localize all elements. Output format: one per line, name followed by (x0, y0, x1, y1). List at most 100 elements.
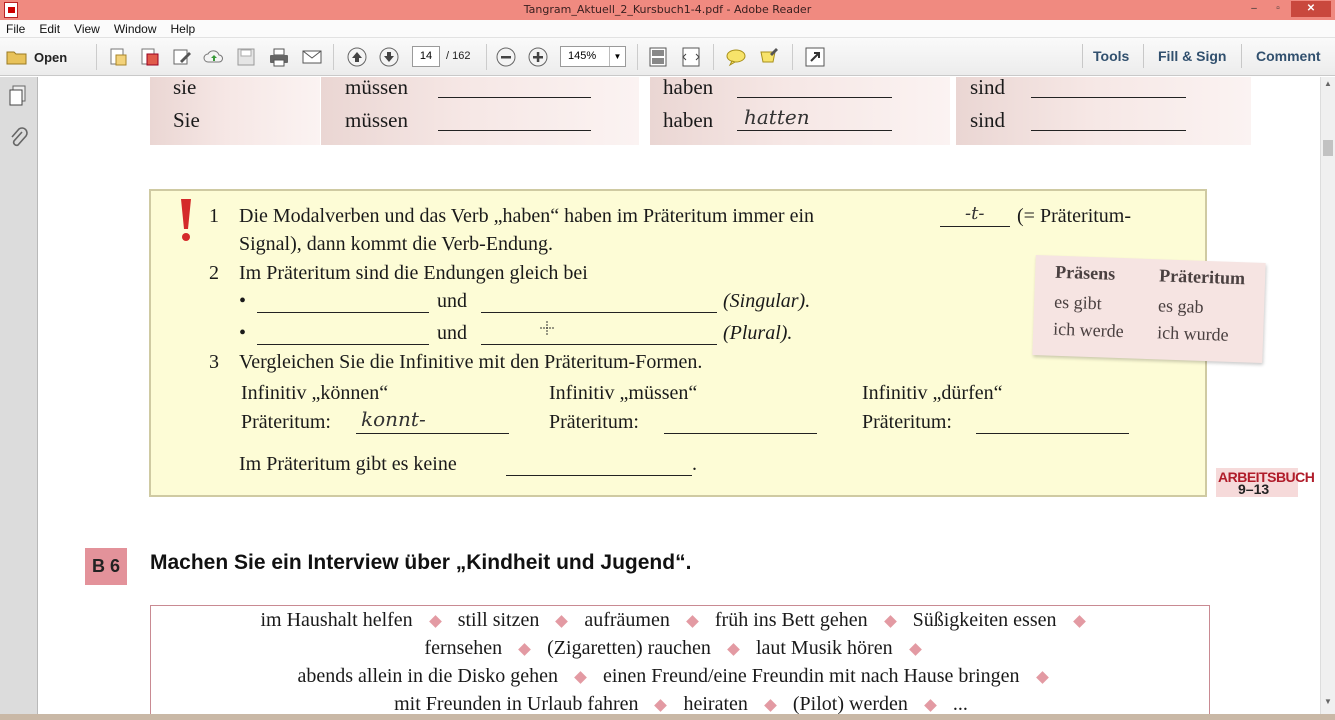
rule-text: Im Präteritum sind die Endungen gleich b… (239, 262, 588, 284)
edit-pdf-icon[interactable] (171, 46, 193, 68)
rule-text: Signal), dann kommt die Verb-Endung. (239, 233, 554, 255)
answer-line (257, 312, 429, 313)
diamond-icon (1072, 615, 1086, 628)
singular-label: (Singular). (723, 290, 811, 312)
zoom-out-icon[interactable] (495, 46, 517, 68)
handwritten-answer: -t- (965, 203, 985, 224)
verb-sind: sind (970, 108, 1006, 132)
minimize-button[interactable]: – (1243, 1, 1265, 17)
create-pdf-icon[interactable] (107, 46, 129, 68)
pdf-page: sie Sie müssen müssen haben haben hatten… (38, 77, 1320, 720)
diamond-icon (727, 643, 740, 656)
answer-line (438, 130, 591, 131)
vertical-scrollbar[interactable]: ▲ ▼ (1320, 77, 1335, 720)
print-icon[interactable] (268, 46, 290, 68)
chevron-down-icon[interactable]: ▼ (609, 47, 625, 66)
word-item: mit Freunden in Urlaub fahren (394, 693, 639, 715)
email-icon[interactable] (301, 46, 323, 68)
infinitiv-muessen: Infinitiv „müssen“ (549, 382, 698, 404)
toolbar-separator (792, 44, 793, 70)
window-controls: – ▫ ✕ (1243, 0, 1331, 20)
rule-text: Vergleichen Sie die Infinitive mit den P… (239, 351, 703, 373)
diamond-icon (518, 643, 532, 656)
diamond-icon (764, 699, 777, 712)
answer-line (257, 344, 429, 345)
zoom-select[interactable]: 145% ▼ (560, 46, 626, 67)
infinitiv-koennen: Infinitiv „können“ (241, 382, 389, 404)
answer-line (1031, 130, 1186, 131)
save-icon[interactable] (235, 46, 257, 68)
pronoun-Sie: Sie (173, 108, 200, 132)
word-item: heiraten (683, 693, 748, 715)
verb-muessen: müssen (345, 77, 408, 99)
word-item: aufräumen (584, 609, 670, 631)
restore-button[interactable]: ▫ (1267, 1, 1289, 17)
menu-window[interactable]: Window (114, 20, 157, 37)
und-label: und (437, 322, 467, 344)
card-cell: ich wurde (1156, 322, 1229, 345)
answer-line (1031, 97, 1186, 98)
toolbar-separator (1241, 44, 1242, 68)
fit-width-icon[interactable] (680, 46, 702, 68)
attachments-icon[interactable] (9, 127, 29, 149)
toolbar-separator (96, 44, 97, 70)
word-item: einen Freund/eine Freundin mit nach Haus… (602, 665, 1020, 687)
diamond-icon (924, 699, 937, 712)
diamond-icon (1035, 671, 1049, 684)
upload-cloud-icon[interactable] (203, 46, 225, 68)
scrollbar-thumb[interactable] (1323, 140, 1333, 156)
open-button[interactable]: Open (6, 46, 67, 68)
next-page-icon[interactable] (378, 46, 400, 68)
document-viewer[interactable]: sie Sie müssen müssen haben haben hatten… (38, 77, 1320, 720)
zoom-in-icon[interactable] (527, 46, 549, 68)
answer-line (976, 433, 1129, 434)
toolbar-separator (713, 44, 714, 70)
rule-text: Die Modalverben und das Verb „haben“ hab… (239, 205, 815, 227)
diamond-icon (574, 671, 587, 684)
answer-line (940, 226, 1010, 227)
word-row: abends allein in die Disko gehen einen Fr… (151, 665, 1211, 688)
verb-haben: haben (663, 108, 714, 132)
answer-line (506, 475, 692, 476)
answer-line (664, 433, 817, 434)
handwritten-answer: konnt- (361, 407, 426, 431)
section-badge: B 6 (85, 548, 127, 585)
menu-edit[interactable]: Edit (39, 20, 60, 37)
word-row: im Haushalt helfen still sitzen aufräumen f… (151, 609, 1211, 632)
highlight-icon[interactable] (758, 46, 780, 68)
word-item: abends allein in die Disko gehen (297, 665, 558, 687)
section-title: Machen Sie ein Interview über „Kindheit … (150, 551, 692, 574)
fit-page-icon[interactable] (647, 46, 669, 68)
scroll-down-icon[interactable]: ▼ (1324, 697, 1332, 706)
menu-help[interactable]: Help (171, 20, 196, 37)
taskbar (0, 714, 1335, 720)
word-row: mit Freunden in Urlaub fahren heiraten (Pi… (151, 693, 1211, 716)
period: . (692, 453, 697, 475)
rule-number: 3 (209, 351, 219, 373)
page-number-input[interactable]: 14 (412, 46, 440, 67)
fill-sign-link[interactable]: Fill & Sign (1158, 48, 1226, 64)
word-item: Süßigkeiten essen (912, 609, 1057, 631)
menu-file[interactable]: File (6, 20, 25, 37)
combine-pdf-icon[interactable] (139, 46, 161, 68)
menu-bar: File Edit View Window Help (0, 20, 1335, 38)
comment-link[interactable]: Comment (1256, 48, 1321, 64)
infinitiv-duerfen: Infinitiv „dürfen“ (862, 382, 1003, 404)
zoom-value: 145% (568, 50, 597, 62)
card-cell: ich werde (1052, 318, 1125, 342)
rule-text: Im Präteritum gibt es keine (239, 453, 457, 475)
text-cursor-icon (540, 321, 554, 335)
answer-line (481, 344, 717, 345)
menu-view[interactable]: View (74, 20, 100, 37)
card-cell: es gab (1157, 295, 1204, 317)
close-button[interactable]: ✕ (1291, 1, 1331, 17)
full-screen-icon[interactable] (804, 46, 826, 68)
page-thumbnails-icon[interactable] (8, 85, 28, 107)
diamond-icon (654, 699, 668, 712)
sticky-note-icon[interactable] (725, 46, 747, 68)
tools-link[interactable]: Tools (1093, 48, 1129, 64)
scroll-up-icon[interactable]: ▲ (1324, 79, 1332, 88)
previous-page-icon[interactable] (346, 46, 368, 68)
rule-number: 1 (209, 205, 219, 227)
word-item: still sitzen (457, 609, 540, 631)
